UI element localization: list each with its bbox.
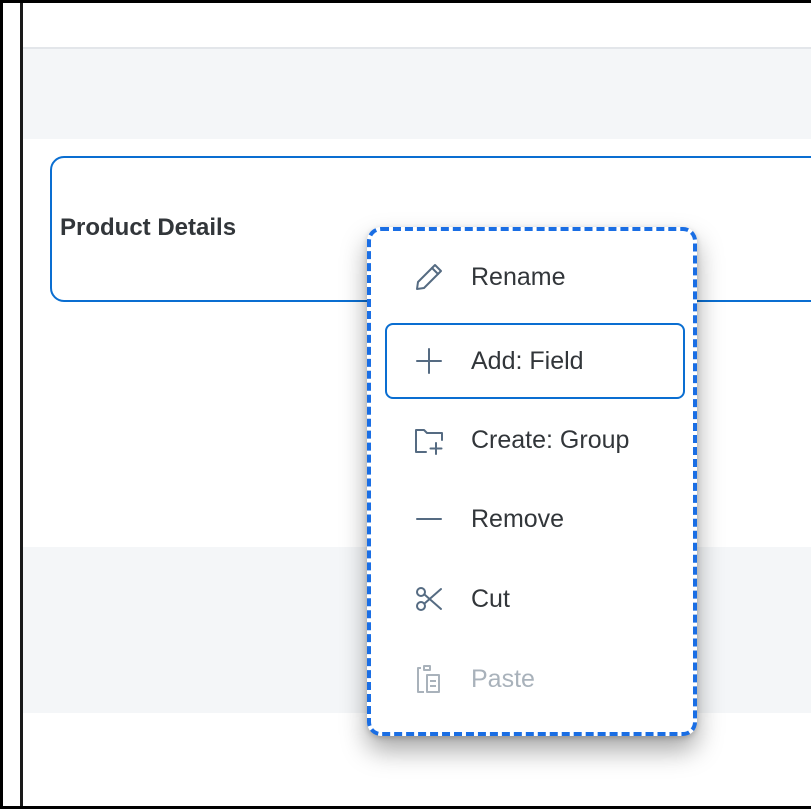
menu-item-create-group[interactable]: Create: Group xyxy=(385,402,685,478)
menu-item-label: Add: Field xyxy=(471,346,584,375)
menu-item-label: Cut xyxy=(471,584,510,613)
menu-item-remove[interactable]: Remove xyxy=(385,481,685,557)
group-title: Product Details xyxy=(60,214,237,241)
menu-item-label: Create: Group xyxy=(471,425,630,454)
clipboard-icon xyxy=(409,659,449,699)
pencil-icon xyxy=(409,257,449,297)
context-menu: Rename Add: Field Create: Group Remove C… xyxy=(367,227,697,736)
minus-icon xyxy=(409,499,449,539)
section-band-top xyxy=(23,49,811,139)
menu-item-label: Paste xyxy=(471,664,535,693)
scissors-icon xyxy=(409,579,449,619)
folder-add-icon xyxy=(409,420,449,460)
menu-item-label: Rename xyxy=(471,262,566,291)
menu-item-cut[interactable]: Cut xyxy=(385,561,685,637)
app-window: Product Details Rename Add: Field Create… xyxy=(0,0,811,809)
plus-icon xyxy=(409,341,449,381)
menu-item-label: Remove xyxy=(471,504,565,533)
menu-item-add-field[interactable]: Add: Field xyxy=(385,323,685,399)
menu-item-paste[interactable]: Paste xyxy=(385,641,685,717)
menu-item-rename[interactable]: Rename xyxy=(385,239,685,315)
